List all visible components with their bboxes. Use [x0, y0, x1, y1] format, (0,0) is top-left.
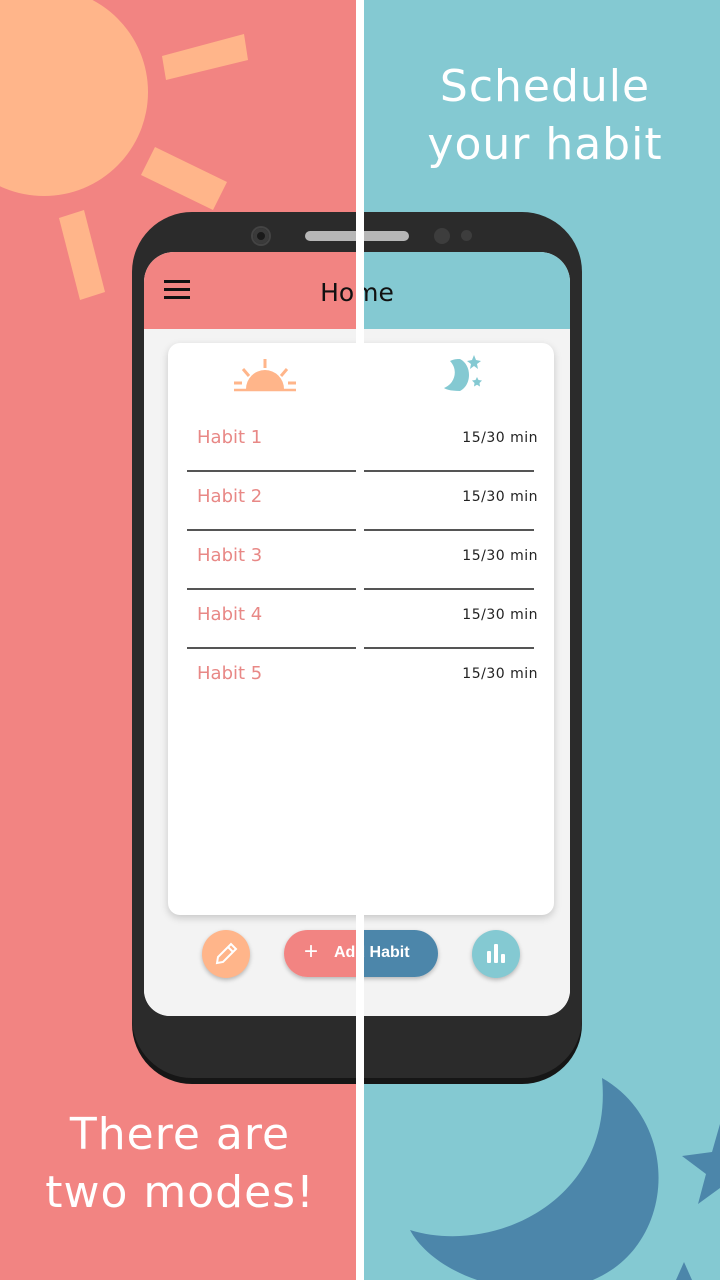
caption-two-modes: There are two modes! — [20, 1106, 340, 1222]
habit-progress: 15/30 min — [462, 430, 538, 446]
moon-stars-icon[interactable] — [442, 355, 492, 395]
habit-progress: 15/30 min — [462, 666, 538, 682]
bar-chart-icon — [487, 944, 505, 963]
habit-name: Habit 1 — [197, 427, 263, 448]
add-habit-label: Add Habit — [334, 944, 410, 961]
habit-progress: 15/30 min — [462, 489, 538, 505]
habit-name: Habit 5 — [197, 663, 263, 684]
caption-top-line-2: your habit — [427, 119, 663, 170]
sunrise-icon[interactable] — [230, 355, 300, 395]
pencil-icon — [215, 942, 238, 965]
sensor-dot-icon — [434, 228, 450, 244]
caption-top-line-1: Schedule — [439, 61, 651, 112]
caption-bottom-line-2: two modes! — [45, 1167, 315, 1218]
habit-name: Habit 2 — [197, 486, 263, 507]
statistics-button[interactable] — [472, 930, 520, 978]
sensor-small-icon — [461, 230, 472, 241]
mode-split-divider — [356, 0, 364, 1280]
habit-name: Habit 4 — [197, 604, 263, 625]
caption-schedule-habit: Schedule your habit — [400, 58, 690, 174]
habit-progress: 15/30 min — [462, 548, 538, 564]
front-camera-icon — [253, 228, 269, 244]
habit-name: Habit 3 — [197, 545, 263, 566]
edit-button[interactable] — [202, 930, 250, 978]
caption-bottom-line-1: There are — [69, 1109, 291, 1160]
habit-progress: 15/30 min — [462, 607, 538, 623]
plus-icon: + — [304, 938, 319, 965]
